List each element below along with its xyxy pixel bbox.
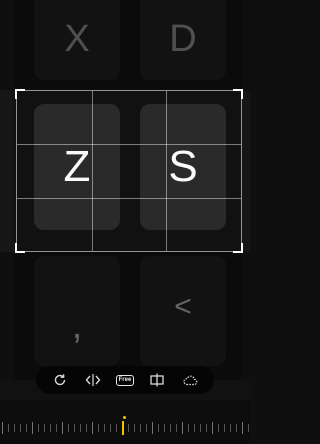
ruler-tick <box>116 424 117 432</box>
ruler-tick <box>212 422 213 434</box>
ruler-tick <box>194 424 195 432</box>
crop-dim-top <box>0 0 250 90</box>
flip-horizontal-icon <box>85 374 101 386</box>
crop-editor: X D Z S , < Free <box>0 0 250 444</box>
grid-line-vertical <box>166 91 168 251</box>
ruler-tick <box>20 424 21 432</box>
ruler-tick <box>206 424 207 432</box>
ruler-tick <box>176 424 177 432</box>
ruler-tick <box>110 424 111 432</box>
ruler-tick <box>80 424 81 432</box>
ruler-tick <box>56 424 57 432</box>
ruler-tick <box>224 424 225 432</box>
ruler-tick <box>26 424 27 432</box>
ruler-tick <box>92 422 93 434</box>
ruler-indicator-dot <box>123 416 126 419</box>
straighten-ruler[interactable] <box>0 400 250 444</box>
ruler-tick <box>140 424 141 432</box>
ruler-tick <box>200 424 201 432</box>
rotate-button[interactable] <box>49 369 71 391</box>
ruler-tick <box>158 424 159 432</box>
ruler-tick <box>44 424 45 432</box>
ruler-tick <box>2 422 3 434</box>
ruler-tick <box>98 424 99 432</box>
center-split-icon <box>150 373 165 387</box>
flip-button[interactable] <box>82 369 104 391</box>
ruler-tick <box>86 424 87 432</box>
ruler-tick <box>62 422 63 434</box>
crop-handle-bottom-left[interactable] <box>15 243 25 253</box>
crop-handle-top-left[interactable] <box>15 89 25 99</box>
ruler-tick <box>68 424 69 432</box>
grid-line-vertical <box>91 91 93 251</box>
ruler-tick <box>146 424 147 432</box>
free-aspect-button[interactable]: Free <box>114 369 136 391</box>
ruler-tick <box>236 424 237 432</box>
crop-toolbar: Free <box>36 366 214 394</box>
cloud-icon <box>183 375 198 386</box>
ruler-tick <box>242 422 243 434</box>
ruler-tick <box>218 424 219 432</box>
ruler-tick <box>188 424 189 432</box>
ruler-center-tick <box>122 421 124 435</box>
cloud-button[interactable] <box>179 369 201 391</box>
ruler-tick <box>134 424 135 432</box>
ruler-tick <box>170 424 171 432</box>
rotate-icon <box>54 374 66 386</box>
ruler-tick <box>38 424 39 432</box>
ruler-tick <box>230 424 231 432</box>
center-split-button[interactable] <box>146 369 168 391</box>
ruler-tick <box>152 422 153 434</box>
crop-frame[interactable] <box>15 89 243 253</box>
ruler-tick <box>8 424 9 432</box>
grid-line-horizontal <box>17 144 241 146</box>
ruler-tick <box>32 422 33 434</box>
ruler-tick <box>128 424 129 432</box>
crop-handle-top-right[interactable] <box>233 89 243 99</box>
crop-dim-bottom <box>0 252 250 380</box>
ruler-tick <box>248 424 249 432</box>
ruler-tick <box>50 424 51 432</box>
ruler-tick <box>74 424 75 432</box>
crop-handle-bottom-right[interactable] <box>233 243 243 253</box>
ruler-tick <box>164 424 165 432</box>
grid-line-horizontal <box>17 197 241 199</box>
ruler-tick <box>14 424 15 432</box>
free-aspect-icon: Free <box>115 374 135 386</box>
ruler-ticks <box>0 420 250 436</box>
ruler-tick <box>104 424 105 432</box>
ruler-tick <box>182 422 183 434</box>
